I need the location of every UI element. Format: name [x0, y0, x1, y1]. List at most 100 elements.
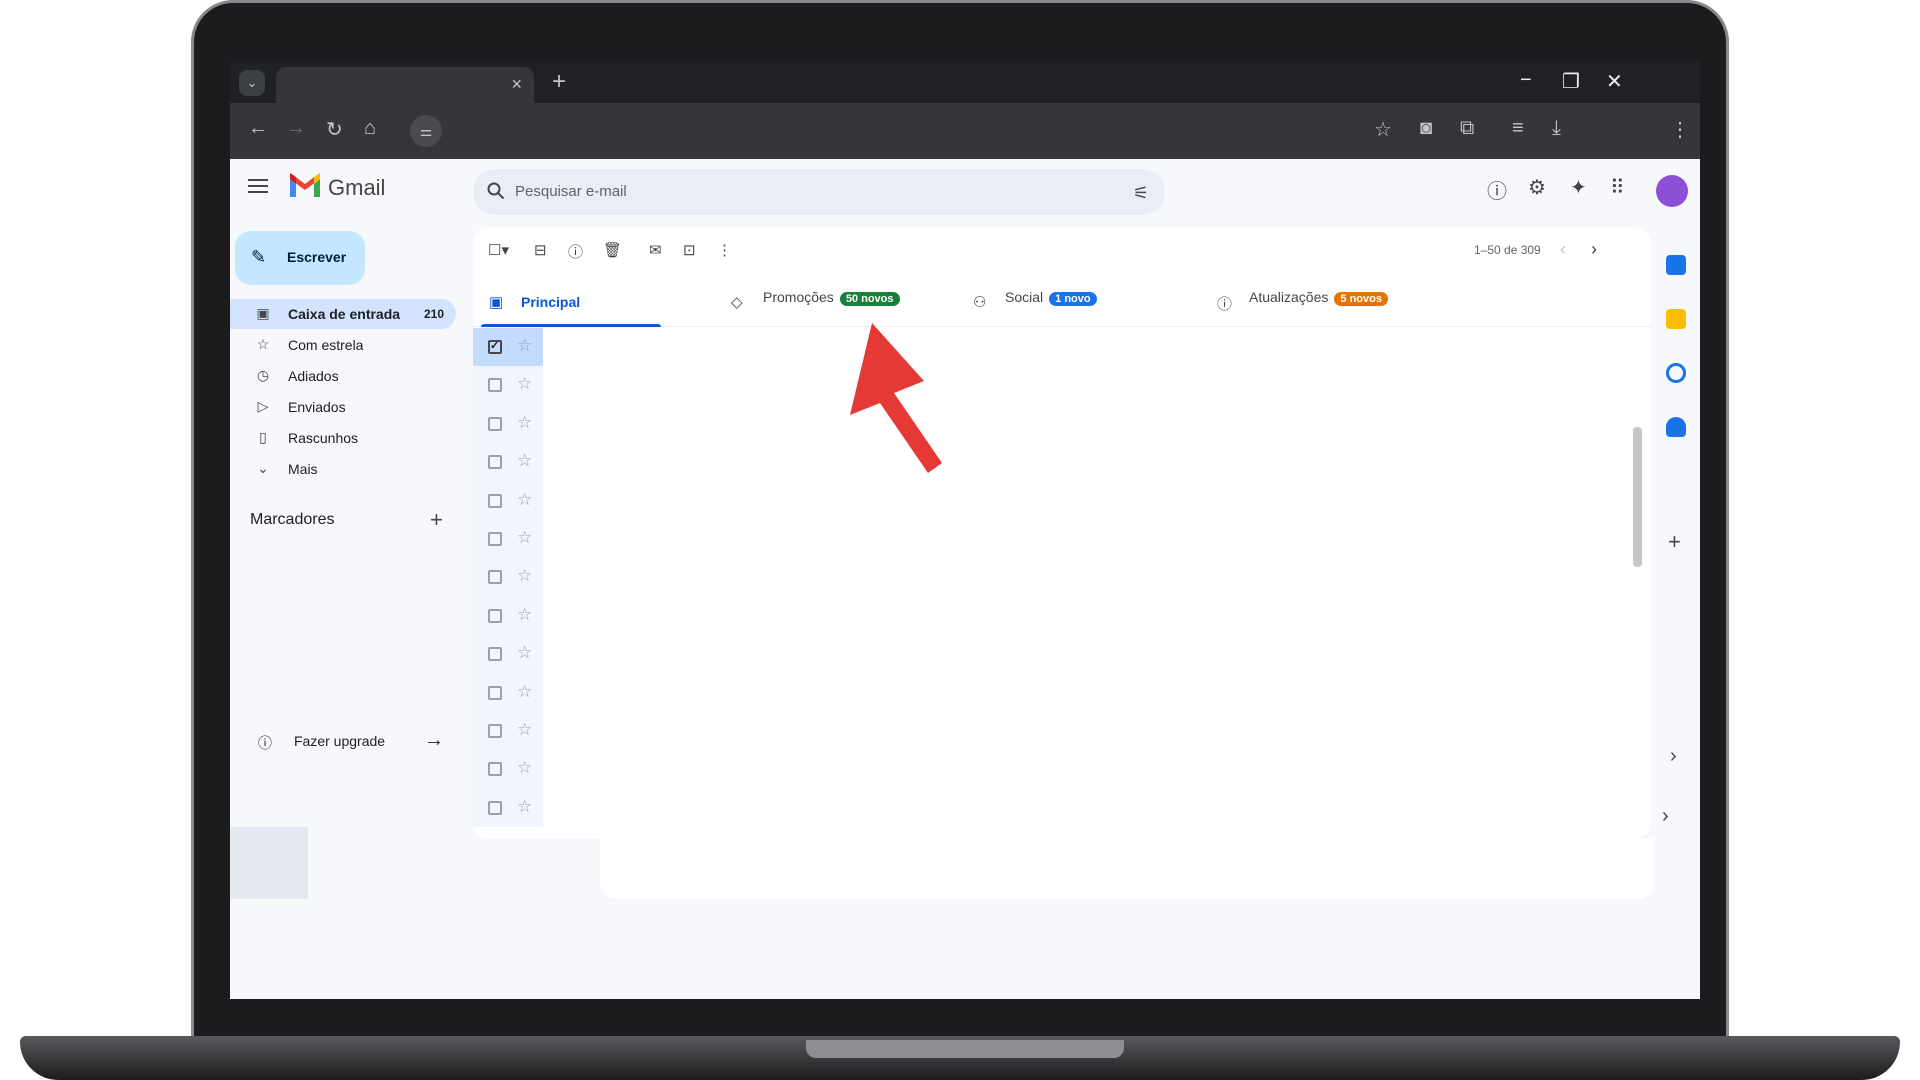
forward-icon[interactable]: → [286, 117, 306, 140]
tab-close-icon[interactable]: × [511, 74, 522, 95]
star-icon[interactable]: ☆ [517, 758, 532, 778]
panel-bottom [600, 839, 1654, 899]
row-checkbox[interactable] [488, 800, 502, 815]
sidebar-item-sent[interactable]: ▷ Enviados [230, 392, 456, 422]
sidebar-item-more[interactable]: ⌄ Mais [230, 454, 456, 484]
star-icon[interactable]: ☆ [517, 413, 532, 433]
star-icon[interactable]: ☆ [517, 797, 532, 817]
star-icon[interactable]: ☆ [517, 605, 532, 625]
star-icon[interactable]: ☆ [517, 490, 532, 510]
table-row[interactable]: ☆ [473, 750, 543, 789]
compose-button[interactable]: ✎ Escrever [235, 231, 365, 285]
search-icon[interactable] [487, 182, 505, 200]
next-page-icon[interactable]: › [1591, 239, 1597, 260]
tab-promocoes[interactable]: ◇ Promoções 50 novos [715, 277, 945, 327]
camera-icon[interactable]: ◙ [1420, 117, 1432, 140]
row-checkbox[interactable] [488, 416, 502, 431]
table-row[interactable]: ☆ [473, 788, 543, 828]
calendar-icon[interactable] [1666, 255, 1686, 275]
extensions-icon[interactable]: ⧉ [1460, 117, 1474, 140]
search-options-icon[interactable]: ⚟ [1133, 183, 1149, 204]
star-icon[interactable]: ☆ [517, 451, 532, 471]
sidebar-item-snoozed[interactable]: ◷ Adiados [230, 361, 456, 391]
search-input[interactable]: Pesquisar e-mail [515, 183, 627, 200]
star-icon[interactable]: ☆ [517, 566, 532, 586]
table-row[interactable]: ☆ [473, 404, 543, 444]
star-icon[interactable]: ☆ [517, 682, 532, 702]
browser-tab[interactable]: × [276, 67, 534, 103]
table-row[interactable]: ☆ [473, 558, 543, 597]
sidebar-item-drafts[interactable]: ▯ Rascunhos [230, 423, 456, 453]
table-row[interactable]: ☆ [473, 519, 543, 559]
tasks-icon[interactable] [1666, 363, 1686, 383]
star-icon[interactable]: ☆ [517, 643, 532, 663]
add-addon-icon[interactable]: + [1668, 529, 1681, 555]
sidebar-item-starred[interactable]: ☆ Com estrela [230, 330, 456, 360]
home-icon[interactable]: ⌂ [364, 117, 376, 140]
table-row[interactable]: ☆ [473, 673, 543, 712]
row-checkbox[interactable] [488, 531, 502, 546]
minimize-button[interactable]: − [1520, 69, 1532, 92]
row-checkbox[interactable] [488, 455, 502, 470]
apps-grid-icon[interactable]: ⠿ [1610, 175, 1625, 200]
star-icon[interactable]: ☆ [517, 528, 532, 548]
row-checkbox[interactable] [488, 570, 502, 585]
download-icon[interactable]: ⤓ [1552, 117, 1561, 140]
tab-atualizacoes[interactable]: ⓘ Atualizações 5 novos [1201, 277, 1441, 327]
tab-social[interactable]: ⚇ Social 1 novo [957, 277, 1187, 327]
add-label-icon[interactable]: + [430, 507, 443, 533]
row-checkbox[interactable] [488, 378, 502, 393]
main-menu-icon[interactable] [248, 179, 268, 193]
mark-as-read-icon[interactable]: ✉ [649, 241, 662, 259]
more-options-icon[interactable]: ⋮ [717, 241, 732, 259]
row-checkbox[interactable] [488, 723, 502, 738]
bookmark-star-icon[interactable]: ☆ [1374, 117, 1392, 142]
upgrade-button[interactable]: ⓘ Fazer upgrade → [250, 725, 450, 759]
report-spam-icon[interactable]: ⓘ [568, 241, 583, 262]
sidebar-item-inbox[interactable]: ▣ Caixa de entrada 210 [230, 299, 456, 329]
star-icon[interactable]: ☆ [517, 720, 532, 740]
browser-menu-icon[interactable]: ⋮ [1670, 117, 1690, 142]
close-window-button[interactable]: ✕ [1606, 69, 1623, 94]
star-icon[interactable]: ☆ [517, 374, 532, 394]
gemini-sparkle-icon[interactable]: ✦ [1570, 175, 1587, 200]
expand-icon[interactable]: › [1662, 805, 1669, 828]
table-row[interactable]: ☆ [473, 328, 543, 367]
table-row[interactable]: ☆ [473, 711, 543, 751]
scrollbar[interactable] [1633, 427, 1642, 567]
new-tab-button[interactable]: + [552, 68, 566, 96]
row-checkbox[interactable] [488, 647, 502, 662]
sidebar-item-label: Rascunhos [288, 430, 359, 446]
site-info-icon[interactable]: ⚌ [410, 115, 442, 147]
table-row[interactable]: ☆ [473, 481, 543, 520]
tab-label-text: Atualizações [1249, 289, 1329, 305]
table-row[interactable]: ☆ [473, 443, 543, 482]
row-checkbox[interactable] [488, 608, 502, 623]
back-icon[interactable]: ← [248, 117, 268, 140]
table-row[interactable]: ☆ [473, 635, 543, 674]
show-side-panel-icon[interactable]: › [1670, 745, 1677, 768]
media-icon[interactable]: ≡ [1512, 117, 1524, 140]
move-to-icon[interactable]: ⊡ [683, 241, 696, 259]
star-icon[interactable]: ☆ [517, 336, 532, 356]
table-row[interactable]: ☆ [473, 366, 543, 405]
tab-search-icon[interactable]: ⌄ [239, 70, 265, 96]
row-checkbox[interactable] [488, 493, 502, 508]
restore-button[interactable]: ❐ [1562, 69, 1580, 94]
table-row[interactable]: ☆ [473, 596, 543, 636]
contacts-icon[interactable] [1666, 417, 1686, 437]
settings-gear-icon[interactable]: ⚙ [1528, 175, 1546, 200]
select-all-checkbox[interactable]: ☐▾ [488, 241, 509, 259]
row-checkbox[interactable] [488, 762, 502, 777]
previous-page-icon[interactable]: ‹ [1560, 239, 1566, 260]
keep-icon[interactable] [1666, 309, 1686, 329]
search-bar[interactable]: Pesquisar e-mail ⚟ [473, 169, 1165, 215]
tab-principal[interactable]: ▣ Principal [473, 277, 661, 327]
archive-icon[interactable]: ⊟ [534, 241, 547, 259]
row-checkbox[interactable] [488, 685, 502, 700]
help-icon[interactable]: ⓘ [1487, 175, 1507, 204]
row-checkbox[interactable] [488, 339, 502, 354]
avatar[interactable] [1656, 175, 1688, 207]
delete-trash-icon[interactable]: 🗑 [603, 241, 622, 259]
reload-icon[interactable]: ↻ [326, 117, 343, 142]
